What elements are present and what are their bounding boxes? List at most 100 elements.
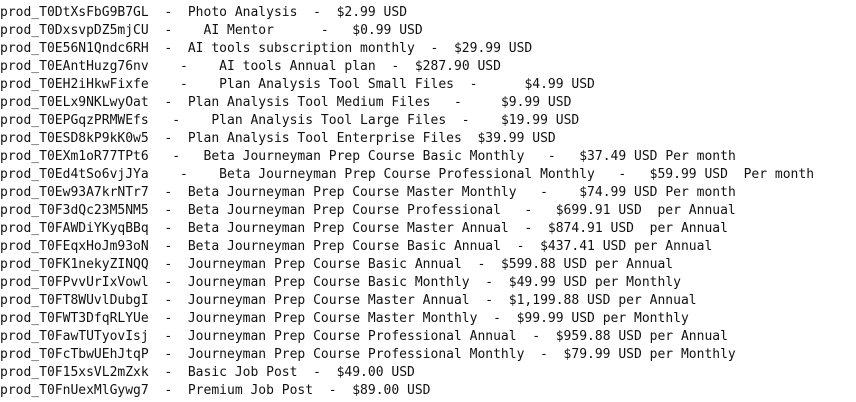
product-name: Plan Analysis Tool Large Files — [211, 113, 447, 128]
product-name: AI Mentor — [203, 23, 274, 38]
product-id: prod_T0EPGqzPRMWEfs — [0, 113, 149, 128]
product-price: $89.00 USD — [352, 383, 431, 398]
product-name: Journeyman Prep Course Professional Mont… — [187, 347, 525, 362]
separator — [462, 131, 478, 146]
product-id: prod_T0FAWDiYKyqBBq — [0, 221, 149, 236]
product-row: prod_T0Ew93A7krNTr7 - Beta Journeyman Pr… — [0, 184, 856, 202]
product-price: $37.49 USD — [579, 149, 658, 164]
separator: - — [148, 329, 188, 344]
product-price: $74.99 USD — [579, 185, 658, 200]
separator: - — [148, 149, 204, 164]
product-name: Photo Analysis — [187, 5, 298, 20]
product-row: prod_T0E56N1Qndc6RH - AI tools subscript… — [0, 40, 856, 58]
product-row: prod_T0EAntHuzg76nv - AI tools Annual pl… — [0, 58, 856, 76]
product-row: prod_T0FWT3DfqRLYUe - Journeyman Prep Co… — [0, 310, 856, 328]
product-row: prod_T0F15xsVL2mZxk - Basic Job Post - $… — [0, 364, 856, 382]
product-row: prod_T0FT8WUvlDubgI - Journeyman Prep Co… — [0, 292, 856, 310]
product-id: prod_T0FPvvUrIxVowl — [0, 275, 149, 290]
separator: - — [148, 5, 188, 20]
separator: - — [148, 95, 188, 110]
product-id: prod_T0Ew93A7krNTr7 — [0, 185, 149, 200]
product-name: AI tools subscription monthly — [187, 41, 415, 56]
separator: - — [414, 41, 454, 56]
price-period: per Annual — [626, 239, 713, 254]
separator: - — [148, 59, 220, 74]
separator: - — [148, 293, 188, 308]
separator: - — [148, 311, 188, 326]
product-name: Plan Analysis Tool Small Files — [219, 77, 454, 92]
product-price: $1,199.88 USD — [508, 293, 611, 308]
product-id: prod_T0FawTUTyovIsj — [0, 329, 149, 344]
product-id: prod_T0ESD8kP9kK0w5 — [0, 131, 149, 146]
separator: - — [148, 221, 188, 236]
product-row: prod_T0F3dQc23M5NM5 - Beta Journeyman Pr… — [0, 202, 856, 220]
separator: - — [297, 365, 337, 380]
product-id: prod_T0F15xsVL2mZxk — [0, 365, 149, 380]
separator: - — [148, 383, 188, 398]
product-price: $49.99 USD — [508, 275, 588, 290]
separator: - — [446, 113, 501, 128]
product-name: Journeyman Prep Course Master Monthly — [187, 311, 478, 326]
separator: - — [148, 257, 188, 272]
product-price: $4.99 USD — [524, 77, 595, 92]
separator: - — [148, 77, 220, 92]
separator: - — [524, 149, 580, 164]
separator: - — [508, 221, 548, 236]
price-period: per Annual — [587, 257, 674, 272]
separator: - — [500, 239, 541, 254]
product-name: Beta Journeyman Prep Course Master Annua… — [187, 221, 509, 236]
separator: - — [148, 23, 204, 38]
price-period: Per month — [727, 167, 815, 182]
price-period: per Monthly — [587, 275, 681, 290]
separator: - — [313, 383, 353, 398]
product-price: $699.91 USD — [555, 203, 642, 218]
separator: - — [500, 203, 556, 218]
separator: - — [148, 113, 212, 128]
separator: - — [148, 41, 188, 56]
separator: - — [524, 347, 564, 362]
product-name: Beta Journeyman Prep Course Master Month… — [187, 185, 517, 200]
separator: - — [516, 185, 580, 200]
separator: - — [148, 347, 188, 362]
product-row: prod_T0FK1nekyZINQQ - Journeyman Prep Co… — [0, 256, 856, 274]
separator: - — [148, 365, 188, 380]
product-row: prod_T0FcTbwUEhJtqP - Journeyman Prep Co… — [0, 346, 856, 364]
product-name: Journeyman Prep Course Basic Annual — [187, 257, 462, 272]
price-period: per Monthly — [594, 311, 689, 326]
product-name: Journeyman Prep Course Master Annual — [187, 293, 470, 308]
product-row: prod_T0FnUexMlGywg7 - Premium Job Post -… — [0, 382, 856, 400]
price-period: Per month — [657, 149, 736, 164]
product-row: prod_T0EH2iHkwFixfe - Plan Analysis Tool… — [0, 76, 856, 94]
product-name: Beta Journeyman Prep Course Basic Annual — [187, 239, 501, 254]
price-period: per Annual — [641, 329, 728, 344]
product-price: $99.99 USD — [516, 311, 595, 326]
product-id: prod_T0DxsvpDZ5mjCU — [0, 23, 149, 38]
product-price-list: prod_T0DtXsFbG9B7GL - Photo Analysis - $… — [0, 0, 856, 402]
product-price: $959.88 USD — [555, 329, 642, 344]
separator: - — [516, 329, 556, 344]
product-row: prod_T0FEqxHoJm93oN - Beta Journeyman Pr… — [0, 238, 856, 256]
product-name: Beta Journeyman Prep Course Basic Monthl… — [203, 149, 525, 164]
product-id: prod_T0EAntHuzg76nv — [0, 59, 149, 74]
product-price: $79.99 USD — [563, 347, 642, 362]
price-period: per Annual — [610, 293, 697, 308]
price-period: Per month — [657, 185, 736, 200]
product-id: prod_T0FK1nekyZINQQ — [0, 257, 149, 272]
separator: - — [477, 311, 517, 326]
product-row: prod_T0EXm1oR77TPt6 - Beta Journeyman Pr… — [0, 148, 856, 166]
product-row: prod_T0ELx9NKLwyOat - Plan Analysis Tool… — [0, 94, 856, 112]
product-row: prod_T0EPGqzPRMWEfs - Plan Analysis Tool… — [0, 112, 856, 130]
product-id: prod_T0ELx9NKLwyOat — [0, 95, 149, 110]
product-price: $59.99 USD — [649, 167, 728, 182]
product-price: $437.41 USD — [540, 239, 627, 254]
product-row: prod_T0FPvvUrIxVowl - Journeyman Prep Co… — [0, 274, 856, 292]
product-id: prod_T0F3dQc23M5NM5 — [0, 203, 149, 218]
product-id: prod_T0E56N1Qndc6RH — [0, 41, 149, 56]
product-price: $874.91 USD — [547, 221, 634, 236]
product-id: prod_T0FEqxHoJm93oN — [0, 239, 149, 254]
separator: - — [148, 239, 188, 254]
separator: - — [148, 167, 220, 182]
price-period: per Annual — [641, 203, 736, 218]
product-row: prod_T0Ed4tSo6vjJYa - Beta Journeyman Pr… — [0, 166, 856, 184]
product-price: $19.99 USD — [500, 113, 580, 128]
